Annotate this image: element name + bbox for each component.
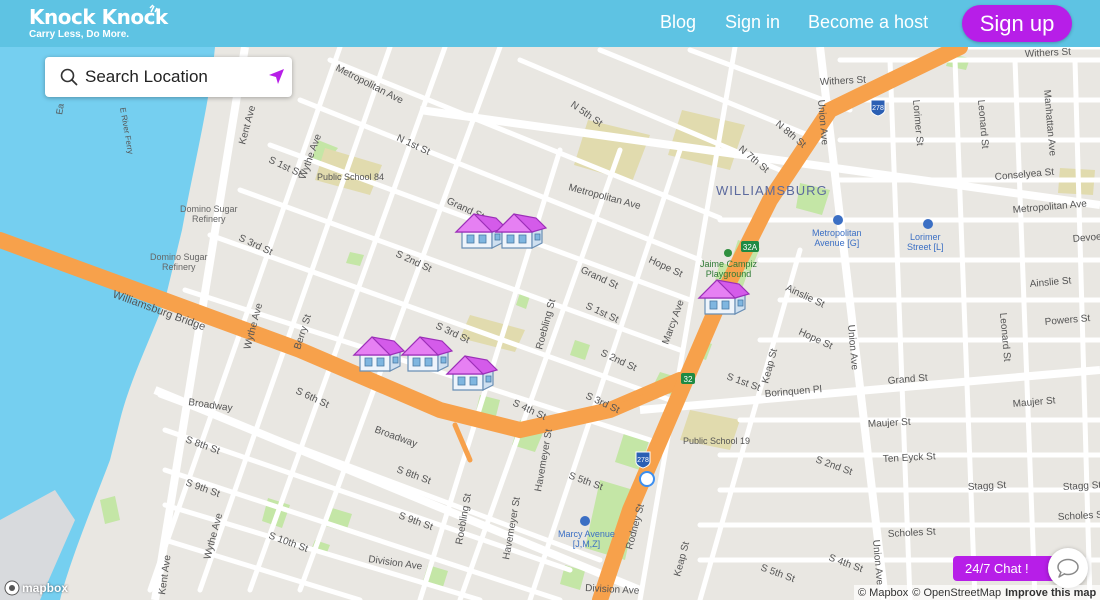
- search-box: [45, 57, 292, 97]
- locate-arrow-icon[interactable]: [267, 68, 285, 86]
- poi-domino-2: Domino Sugar Refinery: [150, 252, 208, 272]
- street-label: Maujer St: [868, 417, 912, 430]
- osm-attribution-link[interactable]: © OpenStreetMap: [912, 587, 1001, 599]
- shield-278-top: 278: [872, 105, 884, 112]
- brand-tagline: Carry Less, Do More.: [29, 29, 130, 40]
- listing-house-icon[interactable]: [443, 352, 499, 399]
- sparkle-icon: [149, 4, 158, 13]
- mapbox-logo-text: mapbox: [22, 581, 69, 595]
- chat-button[interactable]: [1048, 548, 1088, 588]
- current-location-marker: [639, 471, 655, 487]
- nav-become-host-link[interactable]: Become a host: [808, 12, 928, 33]
- top-nav-bar: Knock Knock Carry Less, Do More. Blog Si…: [0, 0, 1100, 47]
- poi-public-school-84: Public School 84: [317, 172, 384, 182]
- shield-278-bottom: 278: [637, 457, 649, 464]
- brand-logo[interactable]: Knock Knock Carry Less, Do More.: [29, 4, 168, 41]
- chat-bubble-icon: [1057, 558, 1079, 578]
- search-icon: [60, 68, 78, 86]
- poi-public-school-19: Public School 19: [683, 436, 750, 446]
- poi-lorimer-street-l: Lorimer Street [L]: [907, 232, 944, 252]
- brand-name: Knock Knock: [29, 5, 168, 29]
- listing-house-icon[interactable]: [492, 210, 548, 257]
- nav-blog-link[interactable]: Blog: [660, 12, 696, 33]
- street-label: Scholes St: [1058, 509, 1100, 522]
- mapbox-attribution-link[interactable]: © Mapbox: [858, 587, 908, 599]
- poi-domino-1: Domino Sugar Refinery: [180, 204, 238, 224]
- street-label: Stagg St: [968, 480, 1007, 493]
- mapbox-icon: [4, 580, 20, 596]
- search-location-input[interactable]: [85, 57, 255, 97]
- improve-map-link[interactable]: Improve this map: [1005, 587, 1096, 599]
- street-label: Ea: [54, 103, 66, 116]
- mapbox-logo[interactable]: mapbox: [4, 580, 68, 596]
- neighborhood-label: WILLIAMSBURG: [716, 183, 828, 198]
- sign-up-button[interactable]: Sign up: [962, 5, 1072, 42]
- street-label: Stagg St: [1063, 480, 1100, 493]
- poi-metropolitan-avenue-g: Metropolitan Avenue [G]: [812, 228, 862, 248]
- map-attribution: © Mapbox © OpenStreetMap Improve this ma…: [854, 585, 1100, 600]
- nav-sign-in-link[interactable]: Sign in: [725, 12, 780, 33]
- chat-label-button[interactable]: 24/7 Chat !: [953, 556, 1063, 581]
- exit-32-sign: 32: [684, 375, 693, 384]
- listing-house-icon[interactable]: [695, 276, 751, 323]
- exit-32a-sign: 32A: [743, 243, 758, 252]
- poi-marcy-avenue-jmz: Marcy Avenue [J,M,Z]: [558, 529, 615, 549]
